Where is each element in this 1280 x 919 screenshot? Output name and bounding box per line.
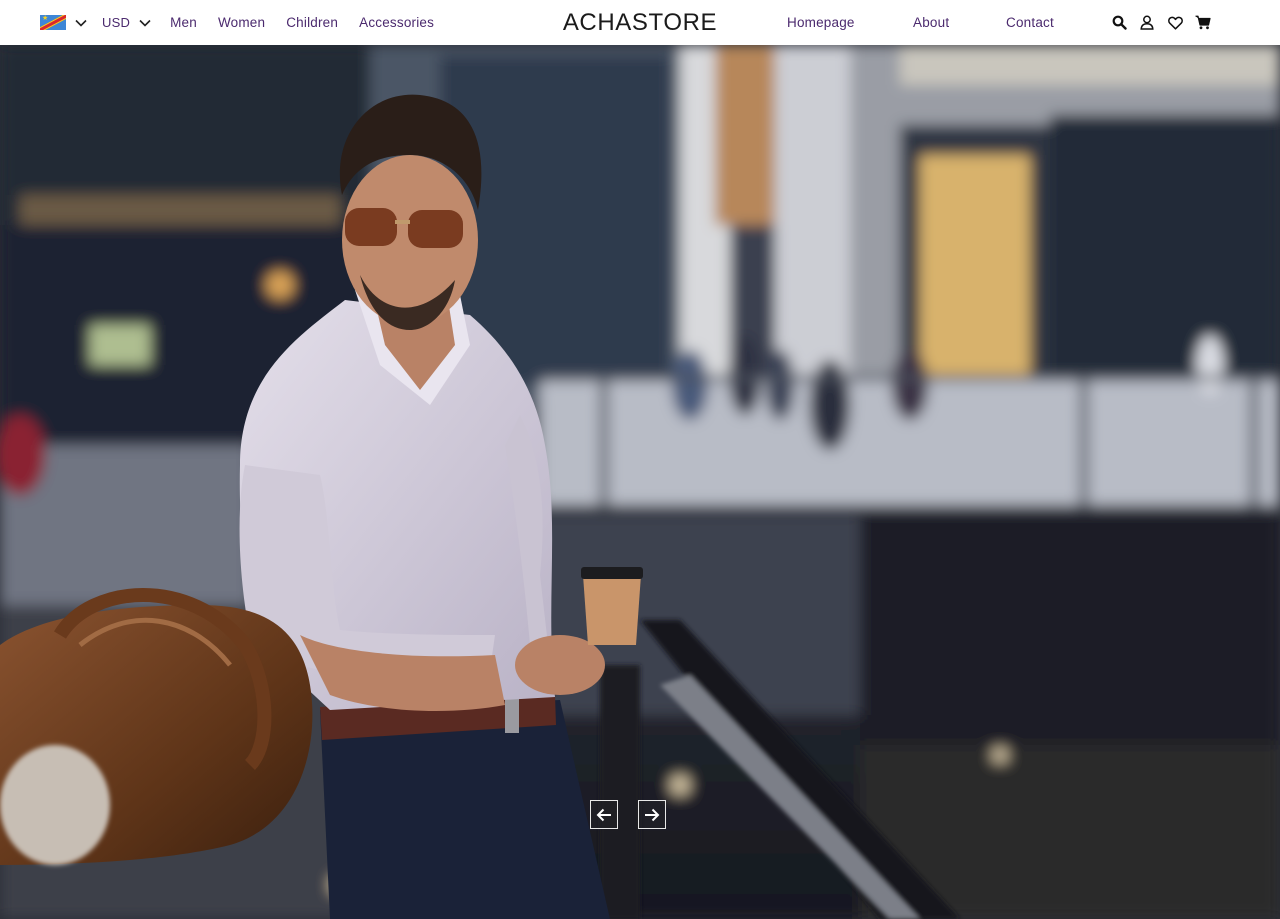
nav-link-homepage[interactable]: Homepage xyxy=(787,0,855,45)
menu-link-men[interactable]: Men xyxy=(170,15,197,30)
arrow-right-icon xyxy=(645,808,660,821)
menu-link-women[interactable]: Women xyxy=(218,15,265,30)
brand-logo[interactable]: ACHASTORE xyxy=(563,9,717,36)
nav-link-contact[interactable]: Contact xyxy=(1006,0,1054,45)
arrow-left-icon xyxy=(596,808,611,821)
country-selector[interactable]: ★ xyxy=(40,15,88,30)
slider-prev-button[interactable] xyxy=(590,800,618,829)
user-icon[interactable] xyxy=(1138,14,1156,32)
drc-flag-icon: ★ xyxy=(40,15,66,30)
search-icon[interactable] xyxy=(1110,14,1128,32)
hero-image xyxy=(0,45,1280,919)
cart-icon[interactable] xyxy=(1194,14,1212,32)
currency-selector[interactable]: USD xyxy=(102,15,152,30)
chevron-down-icon xyxy=(74,16,88,30)
chevron-down-icon xyxy=(138,16,152,30)
heart-icon[interactable] xyxy=(1166,14,1184,32)
menu-link-children[interactable]: Children xyxy=(286,15,338,30)
top-navbar: ★ USD Men Women Children Accessories ACH… xyxy=(0,0,1280,45)
menu-link-accessories[interactable]: Accessories xyxy=(359,15,434,30)
slider-next-button[interactable] xyxy=(638,800,666,829)
nav-left-group: ★ USD Men Women Children Accessories xyxy=(40,0,434,45)
header-icons xyxy=(1110,0,1222,45)
currency-label: USD xyxy=(102,15,131,30)
hero-banner xyxy=(0,45,1280,919)
nav-link-about[interactable]: About xyxy=(913,0,949,45)
